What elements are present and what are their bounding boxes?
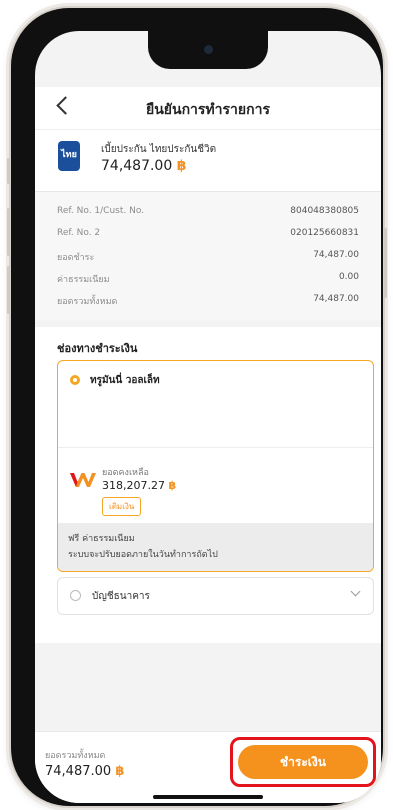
volume-up-button [7,208,10,256]
bank-account-option[interactable]: บัญชีธนาคาร [57,577,374,615]
detail-value: 020125660831 [290,228,359,238]
baht-symbol: ฿ [115,764,125,779]
fee-note-line2: ระบบจะปรับยอดภายในวันทำการถัดไป [68,550,218,560]
baht-symbol: ฿ [176,158,187,174]
balance-label: ยอดคงเหลือ [102,468,149,478]
detail-label: ค่าธรรมเนียม [57,275,110,285]
total-value-line: 74,487.00 ฿ [45,764,124,779]
biller-amount: 74,487.00 [101,158,173,174]
insurer-logo-icon: ไทย [58,141,80,171]
volume-down-button [7,266,10,314]
wallet-name: ทรูมันนี่ วอลเล็ท [90,375,160,386]
truemoney-logo-icon [70,473,96,487]
wallet-option[interactable]: ทรูมันนี่ วอลเล็ท ยอดคงเหลือ 318,207.27 … [57,360,374,572]
balance-value: 318,207.27 [102,479,165,492]
detail-label: Ref. No. 1/Cust. No. [57,206,145,216]
detail-row-ref2: Ref. No. 2 020125660831 [57,228,359,244]
transaction-details: Ref. No. 1/Cust. No. 804048380805 Ref. N… [35,191,381,320]
power-button [384,228,387,298]
detail-row-total: ยอดรวมทั้งหมด 74,487.00 [57,294,359,310]
payment-channel-section: ช่องทางชำระเงิน ทรูมันนี่ วอลเล็ท ยอดคงเ… [35,327,381,643]
divider [58,447,373,448]
home-indicator [153,795,263,799]
detail-value: 74,487.00 [313,250,359,260]
biller-name: เบี้ยประกัน ไทยประกันชีวิต [101,144,217,155]
phone-frame: ยืนยันการทำรายการ ไทย เบี้ยประกัน ไทยประ… [7,8,387,806]
detail-value: 804048380805 [290,206,359,216]
camera-icon [204,45,213,54]
radio-selected-icon[interactable] [70,375,80,385]
detail-row-payment-amount: ยอดชำระ 74,487.00 [57,250,359,266]
header: ยืนยันการทำรายการ [35,87,381,129]
biller-summary: ไทย เบี้ยประกัน ไทยประกันชีวิต 74,487.00… [35,129,381,192]
notch [148,31,268,69]
fee-note: ฟรี ค่าธรรมเนียม ระบบจะปรับยอดภายในวันทำ… [58,523,373,571]
biller-amount-line: 74,487.00 ฿ [101,158,186,174]
total-label: ยอดรวมทั้งหมด [45,751,106,761]
detail-label: Ref. No. 2 [57,228,101,238]
chevron-down-icon[interactable] [350,586,361,597]
topup-button[interactable]: เติมเงิน [102,497,142,516]
baht-symbol: ฿ [168,479,177,492]
detail-label: ยอดรวมทั้งหมด [57,297,118,307]
balance-value-line: 318,207.27 ฿ [102,479,176,492]
bank-account-label: บัญชีธนาคาร [92,591,150,602]
payment-channel-title: ช่องทางชำระเงิน [57,342,138,355]
mute-switch [7,158,10,184]
detail-label: ยอดชำระ [57,253,95,263]
detail-value: 74,487.00 [313,294,359,304]
bottom-bar: ยอดรวมทั้งหมด 74,487.00 ฿ ชำระเงิน [35,731,381,803]
page-title: ยืนยันการทำรายการ [146,102,270,118]
total-value: 74,487.00 [45,764,112,779]
screen: ยืนยันการทำรายการ ไทย เบี้ยประกัน ไทยประ… [35,31,381,803]
detail-row-ref1: Ref. No. 1/Cust. No. 804048380805 [57,206,359,222]
detail-row-fee: ค่าธรรมเนียม 0.00 [57,272,359,288]
radio-unselected-icon[interactable] [70,590,81,601]
pay-button[interactable]: ชำระเงิน [238,745,368,779]
fee-note-line1: ฟรี ค่าธรรมเนียม [68,534,135,544]
detail-value: 0.00 [338,272,359,282]
